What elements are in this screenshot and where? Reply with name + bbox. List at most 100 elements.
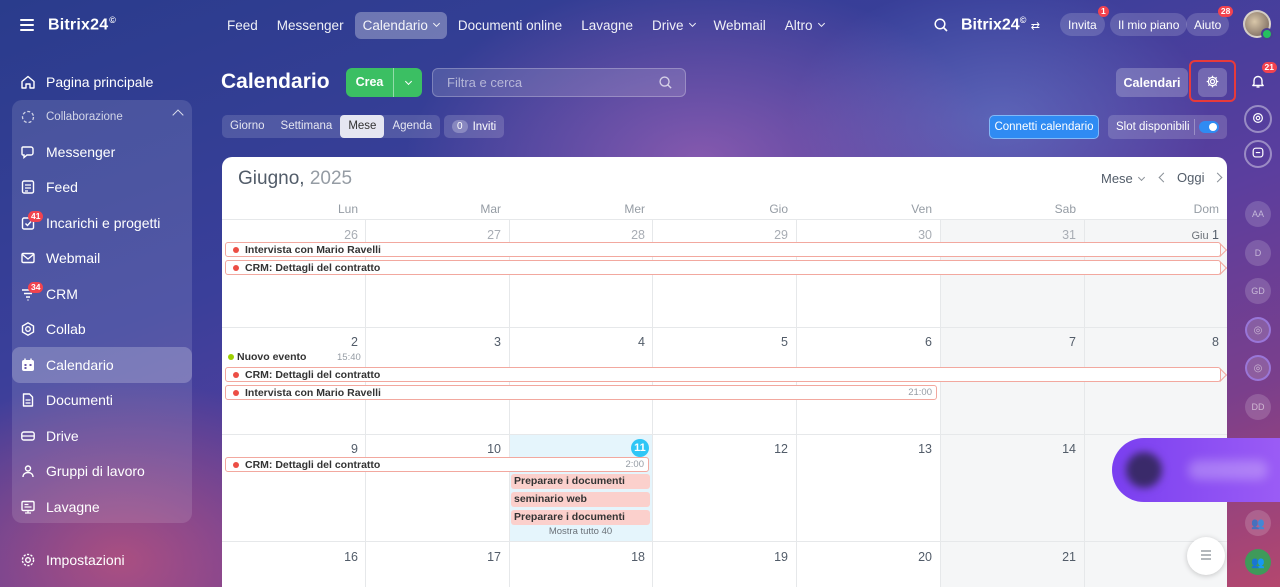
sidebar-item-webmail[interactable]: Webmail: [12, 241, 192, 277]
sidebar-item-drive[interactable]: Drive: [12, 418, 192, 454]
slots-label: Slot disponibili: [1116, 121, 1190, 133]
nav-item-boards[interactable]: Lavagne: [573, 12, 641, 39]
day-number[interactable]: 9: [222, 442, 358, 456]
collab-avatar[interactable]: ◎: [1245, 355, 1271, 381]
day-number[interactable]: 5: [652, 335, 788, 349]
day-number[interactable]: 13: [796, 442, 932, 456]
slots-toggle[interactable]: [1199, 121, 1219, 133]
day-number[interactable]: 31: [940, 228, 1076, 242]
sidebar-item-boards[interactable]: Lavagne: [12, 489, 192, 525]
tab-month[interactable]: Mese: [340, 115, 385, 138]
sidebar-item-feed[interactable]: Feed: [12, 170, 192, 206]
sidebar-item-home[interactable]: Pagina principale: [12, 64, 192, 100]
day-number[interactable]: Giu 1: [1084, 228, 1219, 242]
calendar-event[interactable]: seminario web: [511, 492, 650, 507]
month-navigation: Oggi: [1158, 170, 1223, 185]
day-number[interactable]: 3: [365, 335, 501, 349]
sidebar-item-crm[interactable]: 34 CRM: [12, 276, 192, 312]
collab-avatar[interactable]: ◎: [1245, 317, 1271, 343]
sidebar-group-header[interactable]: Collaborazione: [12, 100, 192, 134]
chevron-up-icon[interactable]: [172, 109, 184, 121]
today-day-number[interactable]: 11: [631, 439, 649, 457]
help-button[interactable]: Aiuto 28: [1186, 6, 1234, 36]
calendar-event[interactable]: CRM: Dettagli del contratto 2:00: [225, 457, 649, 472]
day-number[interactable]: 19: [652, 550, 788, 564]
sidebar-item-calendar[interactable]: Calendario: [12, 347, 192, 383]
menu-icon[interactable]: [20, 19, 34, 31]
contact-avatar[interactable]: DD: [1245, 394, 1271, 420]
list-button[interactable]: [1187, 537, 1225, 575]
calendar-event[interactable]: Preparare i documenti: [511, 474, 650, 489]
day-number[interactable]: 7: [940, 335, 1076, 349]
day-number[interactable]: 16: [222, 550, 358, 564]
floating-widget[interactable]: [1112, 438, 1280, 502]
search-input[interactable]: Filtra e cerca: [432, 68, 686, 97]
day-number[interactable]: 2: [222, 335, 358, 349]
nav-item-calendar[interactable]: Calendario: [354, 11, 447, 39]
day-number[interactable]: 29: [652, 228, 788, 242]
day-number[interactable]: 28: [509, 228, 645, 242]
day-number[interactable]: 12: [652, 442, 788, 456]
nav-item-more[interactable]: Altro: [777, 12, 832, 39]
calendar-event[interactable]: Intervista con Mario Ravelli 21:00: [225, 385, 937, 400]
sidebar-item-documents[interactable]: Documenti: [12, 383, 192, 419]
contact-avatar[interactable]: AA: [1245, 201, 1271, 227]
nav-item-online-docs[interactable]: Documenti online: [450, 12, 570, 39]
group-avatar[interactable]: 👥: [1245, 510, 1271, 536]
create-dropdown[interactable]: [394, 77, 422, 85]
tab-agenda[interactable]: Agenda: [384, 115, 440, 138]
sidebar-item-groups[interactable]: Gruppi di lavoro: [12, 454, 192, 490]
day-number[interactable]: 10: [365, 442, 501, 456]
nav-item-drive[interactable]: Drive: [644, 12, 703, 39]
calendar-event[interactable]: CRM: Dettagli del contratto: [225, 260, 1221, 275]
connect-calendar-button[interactable]: Connetti calendario: [989, 115, 1099, 139]
chevron-right-icon[interactable]: [1213, 172, 1223, 183]
day-number[interactable]: 17: [365, 550, 501, 564]
nav-item-feed[interactable]: Feed: [219, 12, 266, 39]
group-avatar[interactable]: 👥: [1245, 549, 1271, 575]
sidebar-item-collab[interactable]: Collab: [12, 312, 192, 348]
notifications-button[interactable]: 21: [1244, 62, 1277, 96]
invites-button[interactable]: 0 Inviti: [444, 115, 505, 138]
brand-logo[interactable]: Bitrix24©: [48, 15, 116, 34]
calendar-event[interactable]: Intervista con Mario Ravelli: [225, 242, 1221, 257]
search-icon[interactable]: [658, 75, 673, 93]
copilot-button[interactable]: [1244, 105, 1272, 133]
calendar-event[interactable]: CRM: Dettagli del contratto: [225, 367, 1221, 382]
calendar-settings-button[interactable]: [1198, 68, 1227, 97]
day-number[interactable]: 20: [796, 550, 932, 564]
tab-day[interactable]: Giorno: [222, 115, 273, 138]
my-plan-button[interactable]: Il mio piano: [1110, 13, 1188, 36]
create-button[interactable]: Crea: [346, 68, 422, 97]
calendar-event[interactable]: Nuovo evento 15:40: [225, 351, 363, 363]
contact-avatar[interactable]: GD: [1245, 278, 1271, 304]
calendar-event[interactable]: Preparare i documenti: [511, 510, 650, 525]
day-number[interactable]: 6: [796, 335, 932, 349]
create-label[interactable]: Crea: [346, 68, 394, 97]
day-number[interactable]: 26: [222, 228, 358, 242]
day-number[interactable]: 18: [509, 550, 645, 564]
day-number[interactable]: 14: [940, 442, 1076, 456]
day-number[interactable]: 27: [365, 228, 501, 242]
sidebar-item-tasks[interactable]: 41 Incarichi e progetti: [12, 205, 192, 241]
invite-button[interactable]: Invita 1: [1060, 6, 1109, 36]
nav-item-webmail[interactable]: Webmail: [706, 12, 774, 39]
brand-logo-top[interactable]: Bitrix24© ⇄: [961, 15, 1040, 34]
sidebar-item-messenger[interactable]: Messenger: [12, 134, 192, 170]
search-icon[interactable]: [933, 17, 949, 33]
sidebar-item-settings[interactable]: Impostazioni: [12, 542, 192, 578]
tab-week[interactable]: Settimana: [273, 115, 341, 138]
show-all-link[interactable]: Mostra tutto 40: [509, 526, 652, 537]
search-chat-button[interactable]: [1244, 140, 1272, 168]
today-button[interactable]: Oggi: [1177, 170, 1204, 185]
calendars-button[interactable]: Calendari: [1116, 68, 1188, 97]
day-number[interactable]: 30: [796, 228, 932, 242]
available-slots[interactable]: Slot disponibili: [1108, 115, 1227, 139]
mode-dropdown[interactable]: Mese: [1101, 171, 1145, 186]
contact-avatar[interactable]: D: [1245, 240, 1271, 266]
nav-item-messenger[interactable]: Messenger: [269, 12, 352, 39]
day-number[interactable]: 21: [940, 550, 1076, 564]
day-number[interactable]: 4: [509, 335, 645, 349]
chevron-left-icon[interactable]: [1158, 172, 1169, 183]
day-number[interactable]: 8: [1084, 335, 1219, 349]
